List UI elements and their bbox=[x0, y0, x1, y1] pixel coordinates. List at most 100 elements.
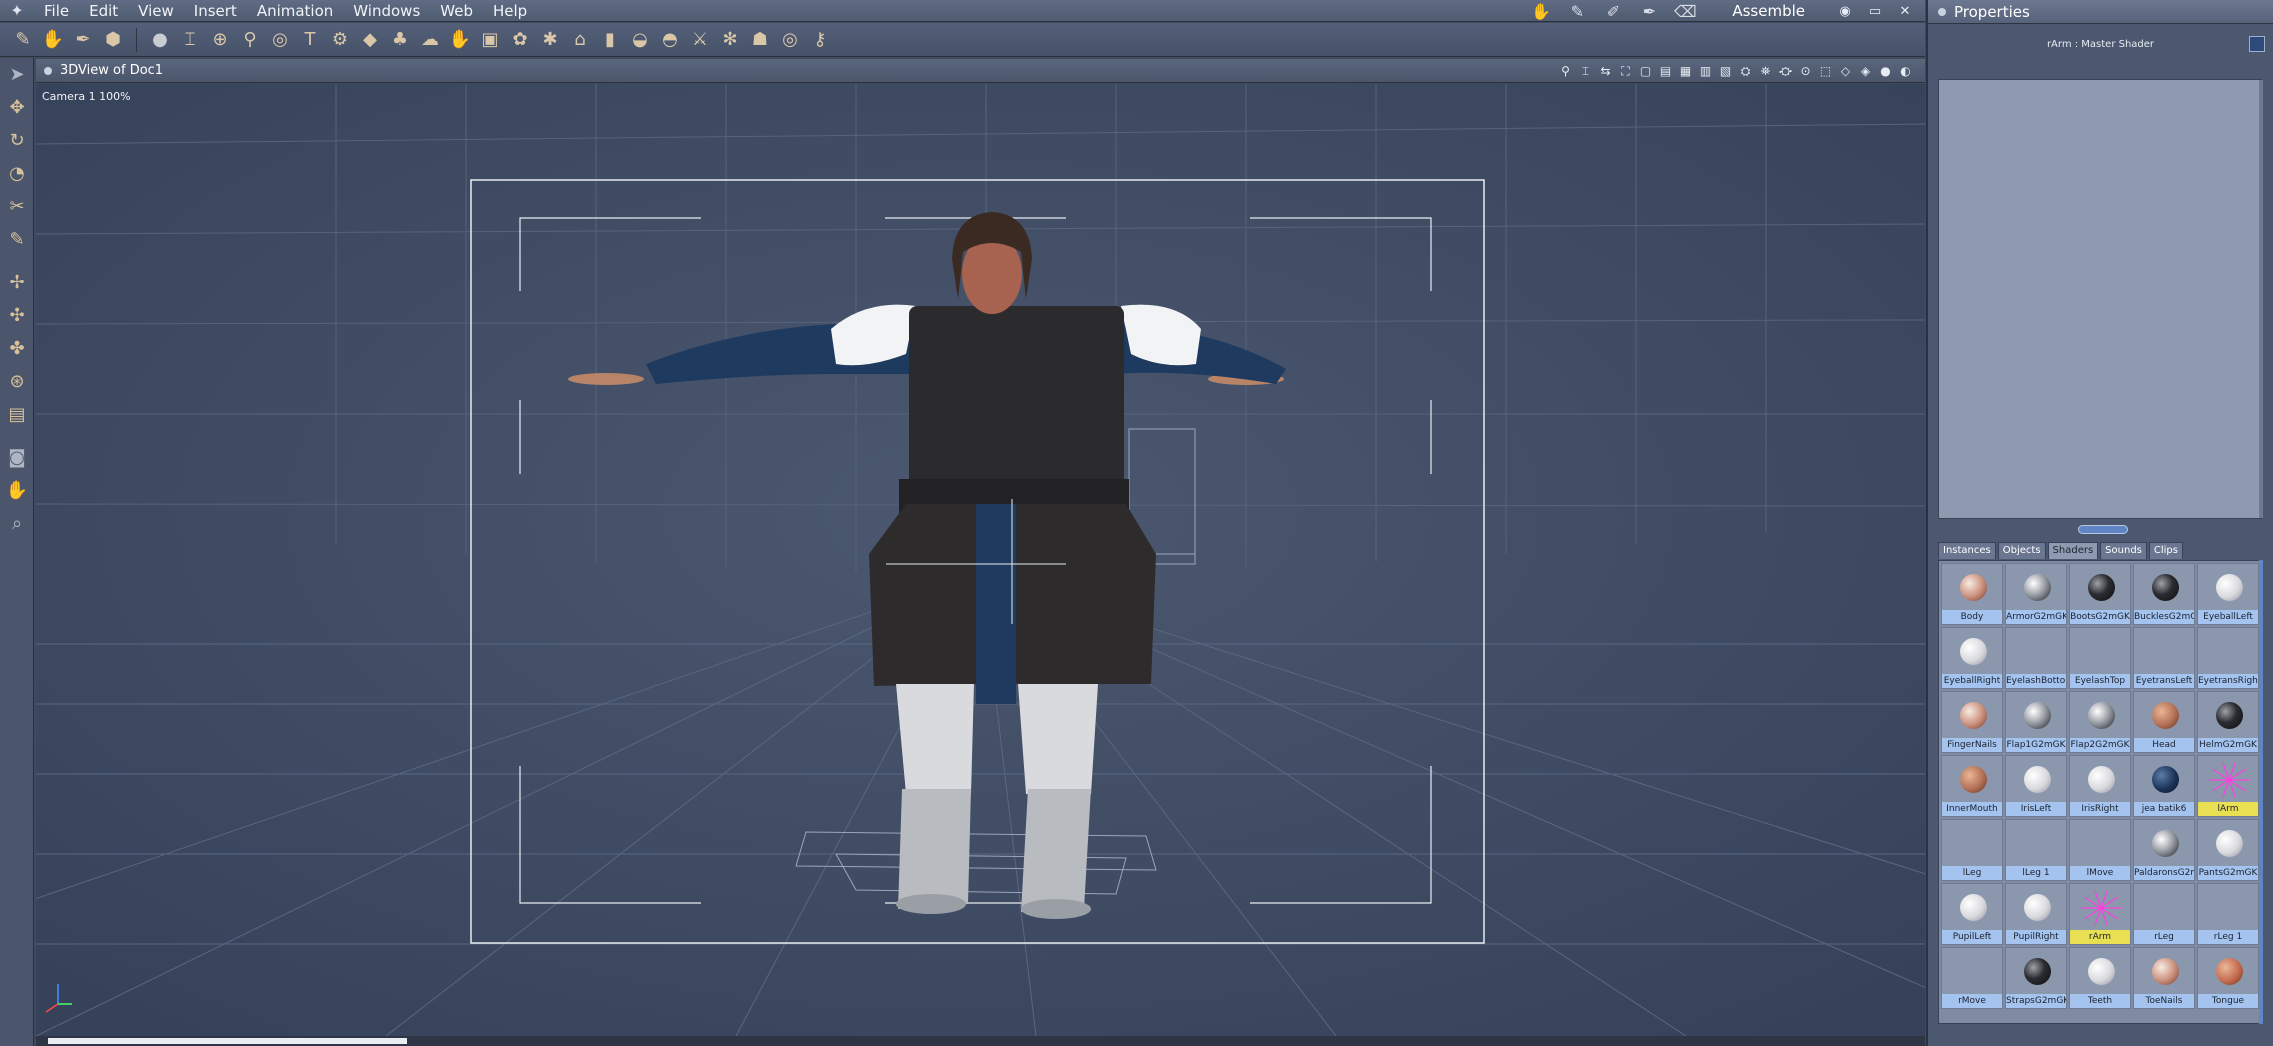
brush-room-icon[interactable]: ✐ bbox=[1600, 2, 1626, 21]
shader-item[interactable]: Tongue bbox=[2197, 947, 2259, 1009]
house-icon[interactable]: ⌂ bbox=[565, 26, 595, 54]
app-logo-icon[interactable]: ✦ bbox=[0, 0, 34, 22]
shader-item[interactable]: Flap2G2mGK bbox=[2069, 691, 2131, 753]
twist-tool-icon[interactable]: ◔ bbox=[0, 157, 34, 190]
gear-icon[interactable]: ⚙ bbox=[325, 26, 355, 54]
tree-icon[interactable]: ♣ bbox=[385, 26, 415, 54]
zoom-icon[interactable]: ⌕ bbox=[0, 507, 34, 540]
cloud-icon[interactable]: ☁ bbox=[415, 26, 445, 54]
shader-item[interactable]: rLeg 1 bbox=[2197, 883, 2259, 945]
shader-item[interactable]: EyelashBottom bbox=[2005, 627, 2067, 689]
cylinder-icon[interactable]: ⌶ bbox=[175, 26, 205, 54]
shader-item[interactable]: lArm bbox=[2197, 755, 2259, 817]
bone-view-icon[interactable]: ⌶ bbox=[1578, 64, 1593, 79]
box-gizmo-icon[interactable]: ▤ bbox=[0, 398, 34, 431]
menu-file[interactable]: File bbox=[34, 0, 79, 22]
hand-room-icon[interactable]: ✋ bbox=[1528, 2, 1554, 21]
sphere-icon[interactable]: ● bbox=[145, 26, 175, 54]
shader-item[interactable]: FingerNails bbox=[1941, 691, 2003, 753]
hand-object-icon[interactable]: ✋ bbox=[445, 26, 475, 54]
select-arrow-icon[interactable]: ➤ bbox=[0, 58, 34, 91]
edit-tool-icon[interactable]: ✎ bbox=[8, 26, 38, 54]
rotate-tool-icon[interactable]: ↻ bbox=[0, 124, 34, 157]
hand-tool-icon[interactable]: ✋ bbox=[38, 26, 68, 54]
viewport-menu-icon[interactable] bbox=[44, 66, 52, 75]
scale-gizmo-icon[interactable]: ✣ bbox=[0, 299, 34, 332]
shader-item[interactable]: lMove bbox=[2069, 819, 2131, 881]
shader-item[interactable]: EyetransLeft bbox=[2133, 627, 2195, 689]
shader-item[interactable]: PupilLeft bbox=[1941, 883, 2003, 945]
key-icon[interactable]: ⚷ bbox=[805, 26, 835, 54]
pen-tool-icon[interactable]: ✒ bbox=[68, 26, 98, 54]
shader-item[interactable]: InnerMouth bbox=[1941, 755, 2003, 817]
paint-tool-icon[interactable]: ⬢ bbox=[98, 26, 128, 54]
split-quad-icon[interactable]: ▦ bbox=[1678, 64, 1693, 79]
shader-item[interactable]: rLeg bbox=[2133, 883, 2195, 945]
menu-edit[interactable]: Edit bbox=[79, 0, 128, 22]
axis-gizmo-icon[interactable]: ✤ bbox=[0, 332, 34, 365]
translate-gizmo-icon[interactable]: ✢ bbox=[0, 266, 34, 299]
figure-view-icon[interactable]: ⚲ bbox=[1558, 64, 1573, 79]
shader-item[interactable]: EyelashTop bbox=[2069, 627, 2131, 689]
tab-instances[interactable]: Instances bbox=[1938, 542, 1996, 559]
sync-view-icon[interactable]: ⇆ bbox=[1598, 64, 1613, 79]
close-window-icon[interactable]: ✕ bbox=[1895, 4, 1915, 19]
creature-icon[interactable]: ✻ bbox=[715, 26, 745, 54]
shader-item[interactable]: ArmorG2mGK bbox=[2005, 563, 2067, 625]
shader-item[interactable]: HelmG2mGK bbox=[2197, 691, 2259, 753]
properties-content[interactable] bbox=[1938, 79, 2262, 519]
camera-icon[interactable]: ◙ bbox=[0, 441, 34, 474]
shader-item[interactable]: EyetransRight bbox=[2197, 627, 2259, 689]
properties-option-button[interactable] bbox=[2249, 36, 2265, 52]
shader-item[interactable]: rMove bbox=[1941, 947, 2003, 1009]
menu-windows[interactable]: Windows bbox=[343, 0, 430, 22]
viewport-3d[interactable]: Camera 1 100% bbox=[36, 84, 1925, 1036]
tab-objects[interactable]: Objects bbox=[1997, 542, 2046, 559]
camera-target-icon[interactable]: ⊙ bbox=[1798, 64, 1813, 79]
basket-icon[interactable]: ◒ bbox=[625, 26, 655, 54]
solid-cube-icon[interactable]: ◈ bbox=[1858, 64, 1873, 79]
shader-item[interactable]: BootsG2mGK bbox=[2069, 563, 2131, 625]
shader-item[interactable]: Flap1G2mGK bbox=[2005, 691, 2067, 753]
eraser-room-icon[interactable]: ⌫ bbox=[1672, 2, 1698, 21]
pan-hand-icon[interactable]: ✋ bbox=[0, 474, 34, 507]
bottle-icon[interactable]: ▮ bbox=[595, 26, 625, 54]
shader-item[interactable]: PupilRight bbox=[2005, 883, 2067, 945]
weapon-icon[interactable]: ⚔ bbox=[685, 26, 715, 54]
shader-item[interactable]: rArm bbox=[2069, 883, 2131, 945]
shader-item[interactable]: lLeg 1 bbox=[2005, 819, 2067, 881]
shader-item[interactable]: Body bbox=[1941, 563, 2003, 625]
shader-item[interactable]: EyeballRight bbox=[1941, 627, 2003, 689]
menu-view[interactable]: View bbox=[128, 0, 184, 22]
split-vertical-icon[interactable]: ▥ bbox=[1698, 64, 1713, 79]
shader-item[interactable]: IrisRight bbox=[2069, 755, 2131, 817]
bounding-box-icon[interactable]: ⬚ bbox=[1818, 64, 1833, 79]
library-scrollbar[interactable] bbox=[2259, 560, 2263, 1024]
brush-icon[interactable]: ✿ bbox=[505, 26, 535, 54]
menu-animation[interactable]: Animation bbox=[247, 0, 343, 22]
plane-icon[interactable]: ◆ bbox=[355, 26, 385, 54]
render-preset-2-icon[interactable]: ⛯ bbox=[1758, 64, 1773, 79]
shader-item[interactable]: Teeth bbox=[2069, 947, 2131, 1009]
properties-menu-icon[interactable] bbox=[1938, 7, 1946, 16]
shader-item[interactable]: PantsG2mGK bbox=[2197, 819, 2259, 881]
wire-cube-icon[interactable]: ◇ bbox=[1838, 64, 1853, 79]
restore-window-icon[interactable]: ▭ bbox=[1865, 4, 1885, 19]
pose-room-icon[interactable]: ✎ bbox=[1564, 2, 1590, 21]
agt-icon[interactable]: ✱ bbox=[535, 26, 565, 54]
render-preset-1-icon[interactable]: ⛭ bbox=[1738, 64, 1753, 79]
shader-item[interactable]: BucklesG2mGK bbox=[2133, 563, 2195, 625]
wheel-icon[interactable]: ◎ bbox=[775, 26, 805, 54]
menu-insert[interactable]: Insert bbox=[184, 0, 247, 22]
shader-item[interactable]: IrisLeft bbox=[2005, 755, 2067, 817]
shader-item[interactable]: PaldaronsG2m bbox=[2133, 819, 2195, 881]
pen-room-icon[interactable]: ✒ bbox=[1636, 2, 1662, 21]
knife-tool-icon[interactable]: ✂ bbox=[0, 190, 34, 223]
shader-item[interactable]: jea batik6 bbox=[2133, 755, 2195, 817]
single-layout-icon[interactable]: ▢ bbox=[1638, 64, 1653, 79]
menu-help[interactable]: Help bbox=[483, 0, 537, 22]
text-icon[interactable]: T bbox=[295, 26, 325, 54]
menu-web[interactable]: Web bbox=[430, 0, 483, 22]
tab-clips[interactable]: Clips bbox=[2148, 542, 2183, 559]
properties-scrollbar[interactable] bbox=[2259, 80, 2263, 518]
